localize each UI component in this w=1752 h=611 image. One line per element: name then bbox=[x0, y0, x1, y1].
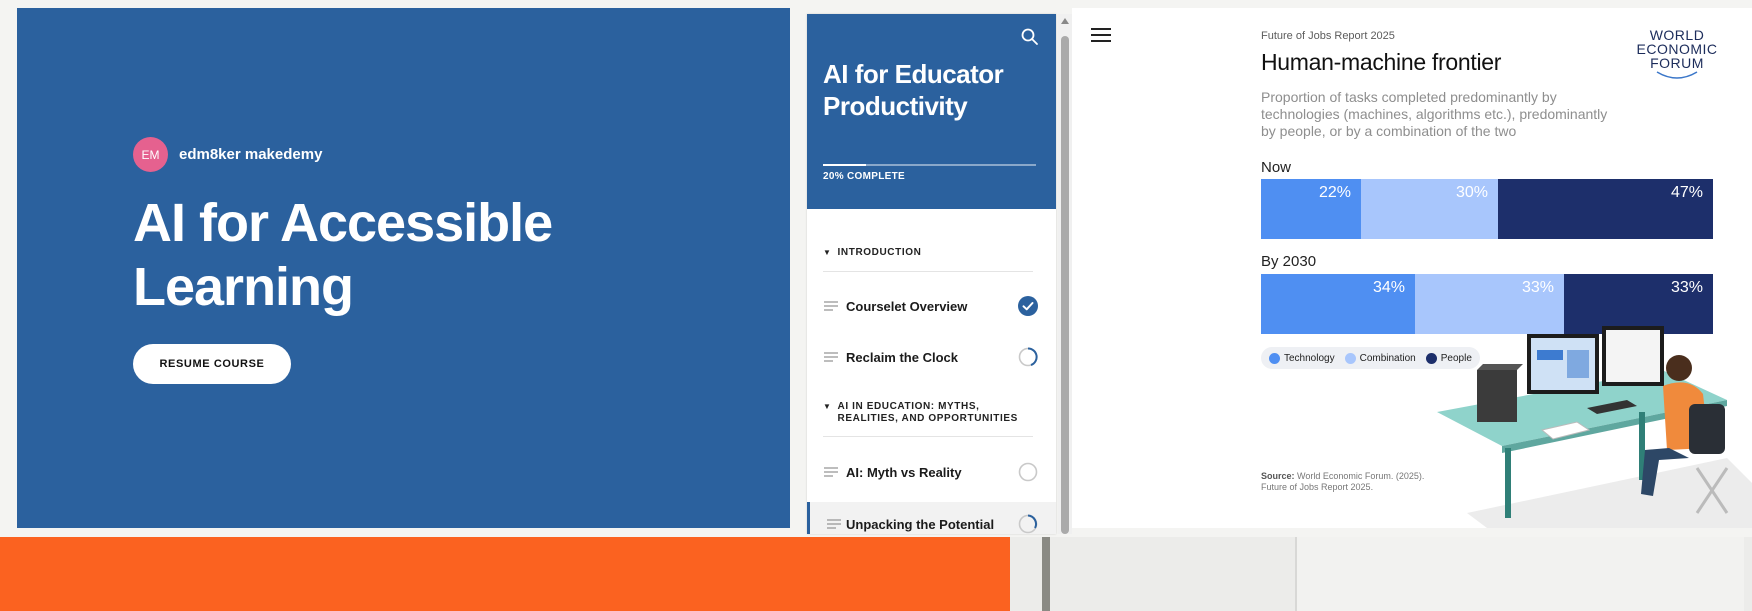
data-label: 33% bbox=[1670, 279, 1703, 296]
section-header-introduction[interactable]: ▼ INTRODUCTION bbox=[823, 247, 1033, 259]
lesson-lines-icon bbox=[824, 352, 838, 362]
author: EM edm8ker makedemy bbox=[133, 137, 322, 172]
lesson-lines-icon bbox=[824, 301, 838, 311]
sidebar-header: AI for Educator Productivity 20% COMPLET… bbox=[807, 14, 1056, 209]
author-name: edm8ker makedemy bbox=[179, 146, 323, 163]
section-header-ai-in-education[interactable]: ▼ AI IN EDUCATION: MYTHS, REALITIES, AND… bbox=[823, 401, 1033, 425]
in-progress-icon bbox=[1018, 514, 1038, 534]
chart-source: Source: World Economic Forum. (2025). Fu… bbox=[1261, 471, 1431, 493]
data-label: 47% bbox=[1670, 184, 1703, 201]
lesson-item-courselet-overview[interactable]: Courselet Overview bbox=[807, 284, 1056, 328]
divider bbox=[823, 271, 1033, 272]
lesson-label: AI: Myth vs Reality bbox=[846, 464, 962, 480]
section-title: AI IN EDUCATION: MYTHS, REALITIES, AND O… bbox=[837, 401, 1018, 424]
photo-post bbox=[1042, 537, 1050, 611]
bar-technology-2030: 34% bbox=[1261, 274, 1415, 334]
lesson-lines-icon bbox=[824, 467, 838, 477]
lesson-label: Courselet Overview bbox=[846, 298, 968, 314]
data-label: 22% bbox=[1318, 184, 1351, 201]
progress-bar-fill bbox=[823, 164, 866, 166]
lesson-item-ai-myth-vs-reality[interactable]: AI: Myth vs Reality bbox=[807, 450, 1056, 494]
sidebar-scrollbar[interactable] bbox=[1058, 14, 1072, 534]
check-circle-icon bbox=[1018, 296, 1038, 316]
legend-item-technology: Technology bbox=[1269, 352, 1335, 364]
orange-banner bbox=[0, 537, 1010, 611]
category-label-2030: By 2030 bbox=[1261, 253, 1317, 270]
lesson-item-reclaim-the-clock[interactable]: Reclaim the Clock bbox=[807, 335, 1056, 379]
wef-logo: WORLD ECONOMIC FORUM bbox=[1636, 27, 1718, 71]
progress-label: 20% COMPLETE bbox=[823, 171, 905, 182]
scrollbar-thumb[interactable] bbox=[1061, 36, 1069, 534]
avatar: EM bbox=[133, 137, 168, 172]
data-label: 34% bbox=[1372, 279, 1405, 296]
resume-course-button[interactable]: RESUME COURSE bbox=[133, 344, 291, 384]
legend-label: Combination bbox=[1359, 352, 1416, 364]
data-label: 30% bbox=[1455, 184, 1488, 201]
section-title: INTRODUCTION bbox=[837, 247, 922, 258]
data-label: 33% bbox=[1521, 279, 1554, 296]
divider bbox=[823, 436, 1033, 437]
legend-swatch bbox=[1269, 352, 1280, 364]
person-at-desk-illustration bbox=[1437, 326, 1752, 528]
source-label: Source: bbox=[1261, 471, 1295, 481]
progress-bar bbox=[823, 164, 1036, 166]
lesson-item-unpacking-the-potential[interactable]: Unpacking the Potential bbox=[807, 502, 1056, 534]
infographic-subtitle: Proportion of tasks completed predominan… bbox=[1261, 89, 1608, 139]
bar-combination-now: 30% bbox=[1361, 179, 1498, 239]
caret-down-icon: ▼ bbox=[823, 402, 832, 411]
infographic-kicker: Future of Jobs Report 2025 bbox=[1261, 30, 1395, 42]
sidebar-course-title: AI for Educator Productivity bbox=[823, 59, 1004, 121]
legend-item-combination: Combination bbox=[1344, 352, 1416, 364]
course-hero: EM edm8ker makedemy AI for Accessible Le… bbox=[17, 8, 790, 528]
photo-wall-panel bbox=[1295, 537, 1744, 611]
in-progress-icon bbox=[1018, 347, 1038, 367]
category-label-now: Now bbox=[1261, 159, 1292, 176]
legend-swatch bbox=[1344, 352, 1356, 364]
caret-down-icon: ▼ bbox=[823, 248, 832, 257]
wef-logo-swoosh-icon bbox=[1656, 71, 1698, 79]
not-started-icon bbox=[1018, 462, 1038, 482]
lesson-lines-icon bbox=[827, 519, 841, 529]
stacked-bar-now: 22% 30% 47% bbox=[1261, 179, 1713, 239]
lesson-label: Unpacking the Potential bbox=[846, 516, 995, 532]
course-title: AI for Accessible Learning bbox=[133, 193, 553, 317]
bar-technology-now: 22% bbox=[1261, 179, 1361, 239]
background-photo bbox=[1010, 537, 1752, 611]
legend-label: Technology bbox=[1284, 352, 1335, 364]
course-sidebar: AI for Educator Productivity 20% COMPLET… bbox=[807, 14, 1056, 534]
lesson-label: Reclaim the Clock bbox=[846, 349, 958, 365]
search-icon[interactable] bbox=[1020, 27, 1040, 47]
scroll-up-arrow-icon[interactable] bbox=[1060, 16, 1070, 26]
bar-people-now: 47% bbox=[1498, 179, 1713, 239]
infographic-title: Human-machine frontier bbox=[1261, 49, 1502, 75]
lesson-content: WORLD ECONOMIC FORUM Future of Jobs Repo… bbox=[1072, 8, 1752, 528]
hamburger-menu-icon[interactable] bbox=[1090, 26, 1112, 44]
